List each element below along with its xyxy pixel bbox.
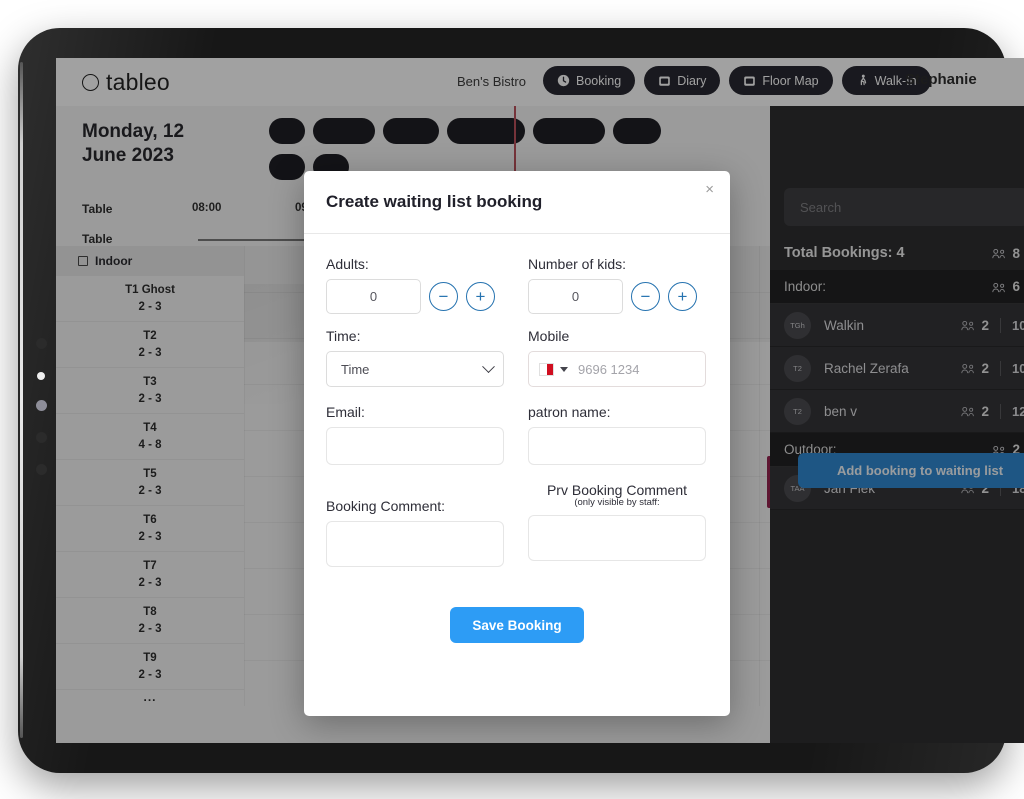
time-select-value: Time [341, 361, 370, 377]
create-waiting-list-booking-modal: Create waiting list booking × Adults: 0 … [304, 171, 730, 716]
mobile-label: Mobile [528, 328, 570, 344]
time-label: Time: [326, 328, 361, 344]
prv-booking-comment-field[interactable] [528, 515, 706, 561]
chevron-down-icon [482, 359, 495, 373]
email-patron-row: Email: patron name: [326, 404, 708, 465]
time-mobile-row: Time: Time Mobile 9696 1234 [326, 328, 708, 387]
kids-decrement-button[interactable]: − [631, 282, 660, 311]
chevron-down-icon[interactable] [560, 366, 568, 372]
modal-body: Adults: 0 − + Number of kids: 0 − + Time… [304, 234, 730, 643]
mobile-input[interactable]: 9696 1234 [528, 351, 706, 387]
time-select[interactable]: Time [326, 351, 504, 387]
modal-header: Create waiting list booking × [304, 171, 730, 234]
kids-label: Number of kids: [528, 256, 627, 272]
adults-label: Adults: [326, 256, 369, 272]
patron-field-group: patron name: [528, 404, 706, 465]
kids-increment-button[interactable]: + [668, 282, 697, 311]
patron-name-label: patron name: [528, 404, 611, 420]
bezel-dot-5 [36, 464, 47, 475]
booking-comment-group: Booking Comment: [326, 482, 504, 567]
booking-comment-field[interactable] [326, 521, 504, 567]
close-icon[interactable]: × [705, 182, 714, 197]
bezel-dot-2 [37, 372, 45, 380]
malta-flag-icon [539, 362, 554, 376]
prv-booking-comment-sublabel: (only visible by staff: [574, 497, 660, 508]
booking-comment-label: Booking Comment: [326, 498, 446, 514]
modal-footer: Save Booking [326, 607, 708, 643]
email-field-group: Email: [326, 404, 504, 465]
adults-increment-button[interactable]: + [466, 282, 495, 311]
adults-input[interactable]: 0 [326, 279, 421, 314]
modal-title: Create waiting list booking [326, 192, 543, 211]
device-left-edge [20, 62, 23, 738]
mobile-field-group: Mobile 9696 1234 [528, 328, 706, 387]
time-field-group: Time: Time [326, 328, 504, 387]
patron-name-field[interactable] [528, 427, 706, 465]
adults-field-group: Adults: 0 − + [326, 256, 504, 314]
save-booking-button[interactable]: Save Booking [450, 607, 584, 643]
email-label: Email: [326, 404, 365, 420]
tablet-device-frame: tableo Ben's Bistro Booking Diary Floor … [18, 28, 1024, 773]
mobile-placeholder: 9696 1234 [578, 361, 640, 377]
prv-booking-comment-group: Prv Booking Comment (only visible by sta… [528, 482, 706, 567]
adults-decrement-button[interactable]: − [429, 282, 458, 311]
email-field[interactable] [326, 427, 504, 465]
bezel-dot-3 [36, 400, 47, 411]
bezel-dot-4 [36, 432, 47, 443]
guests-row: Adults: 0 − + Number of kids: 0 − + [326, 256, 708, 314]
prv-booking-comment-label: Prv Booking Comment [546, 482, 688, 498]
kids-stepper: 0 − + [528, 279, 706, 314]
tablet-screen: tableo Ben's Bistro Booking Diary Floor … [56, 58, 1024, 743]
kids-field-group: Number of kids: 0 − + [528, 256, 706, 314]
bezel-dot-1 [36, 338, 47, 349]
kids-input[interactable]: 0 [528, 279, 623, 314]
comments-row: Booking Comment: Prv Booking Comment (on… [326, 482, 708, 567]
adults-stepper: 0 − + [326, 279, 504, 314]
